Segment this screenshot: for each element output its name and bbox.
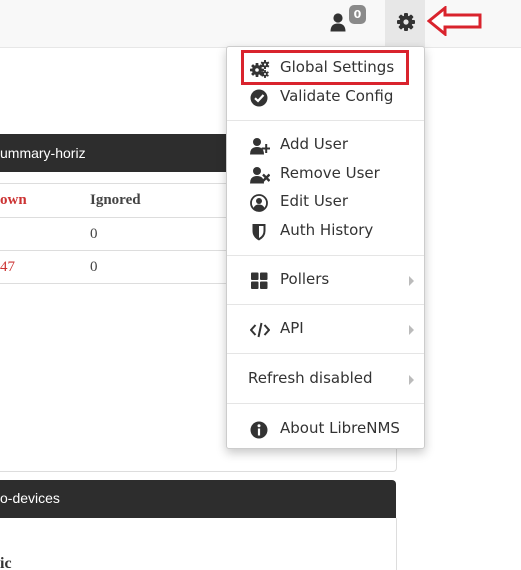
menu-item-remove-user[interactable]: Remove User [227, 162, 424, 188]
menu-divider [227, 304, 424, 305]
column-header-down[interactable]: own [0, 192, 27, 209]
notification-count-badge: 0 [349, 5, 366, 24]
annotation-arrow-icon [427, 6, 482, 36]
menu-item-add-user[interactable]: Add User [227, 133, 424, 159]
menu-divider [227, 353, 424, 354]
menu-item-edit-user[interactable]: Edit User [227, 190, 424, 216]
menu-item-pollers[interactable]: Pollers [227, 268, 424, 294]
menu-item-auth-history[interactable]: Auth History [227, 219, 424, 245]
menu-item-label: Edit User [280, 192, 349, 210]
user-plus-icon [250, 138, 270, 155]
submenu-caret-icon [409, 276, 414, 286]
panel-title: ummary-horiz [0, 145, 86, 161]
panel-text: ic [0, 555, 12, 570]
shield-icon [252, 224, 266, 241]
user-circle-icon [250, 194, 268, 212]
menu-item-about[interactable]: About LibreNMS [227, 417, 424, 443]
menu-item-label: About LibreNMS [280, 419, 400, 437]
user-menu-button[interactable]: 0 [326, 5, 372, 41]
menu-item-label: Refresh disabled [248, 369, 373, 387]
table-cell-ignored: 0 [90, 259, 98, 275]
menu-divider [227, 120, 424, 121]
menu-item-validate-config[interactable]: Validate Config [227, 85, 424, 111]
menu-item-label: API [280, 319, 304, 337]
panel-header: o-devices [0, 480, 396, 518]
info-circle-icon [250, 421, 268, 439]
menu-item-refresh[interactable]: Refresh disabled [227, 367, 424, 393]
menu-item-label: Pollers [280, 270, 330, 288]
th-large-icon [251, 272, 268, 289]
panel-body [0, 518, 397, 570]
check-circle-icon [250, 89, 268, 107]
menu-divider [227, 403, 424, 404]
submenu-caret-icon [409, 375, 414, 385]
column-header-ignored[interactable]: Ignored [90, 192, 141, 209]
code-icon [250, 322, 270, 338]
gear-icon [397, 13, 415, 31]
table-cell-down[interactable]: 47 [0, 259, 15, 276]
submenu-caret-icon [409, 325, 414, 335]
menu-item-label: Add User [280, 135, 348, 153]
settings-menu-button[interactable] [385, 0, 425, 47]
user-times-icon [250, 167, 270, 184]
menu-divider [227, 255, 424, 256]
table-cell-ignored: 0 [90, 226, 98, 242]
annotation-highlight-box [241, 50, 409, 85]
panel-title: o-devices [0, 490, 60, 506]
user-icon [330, 13, 346, 32]
menu-item-api[interactable]: API [227, 317, 424, 343]
menu-item-label: Auth History [280, 221, 374, 239]
menu-item-label: Validate Config [280, 87, 394, 105]
menu-item-label: Remove User [280, 164, 380, 182]
settings-dropdown-menu: Global Settings Validate Config Add User… [226, 46, 425, 449]
